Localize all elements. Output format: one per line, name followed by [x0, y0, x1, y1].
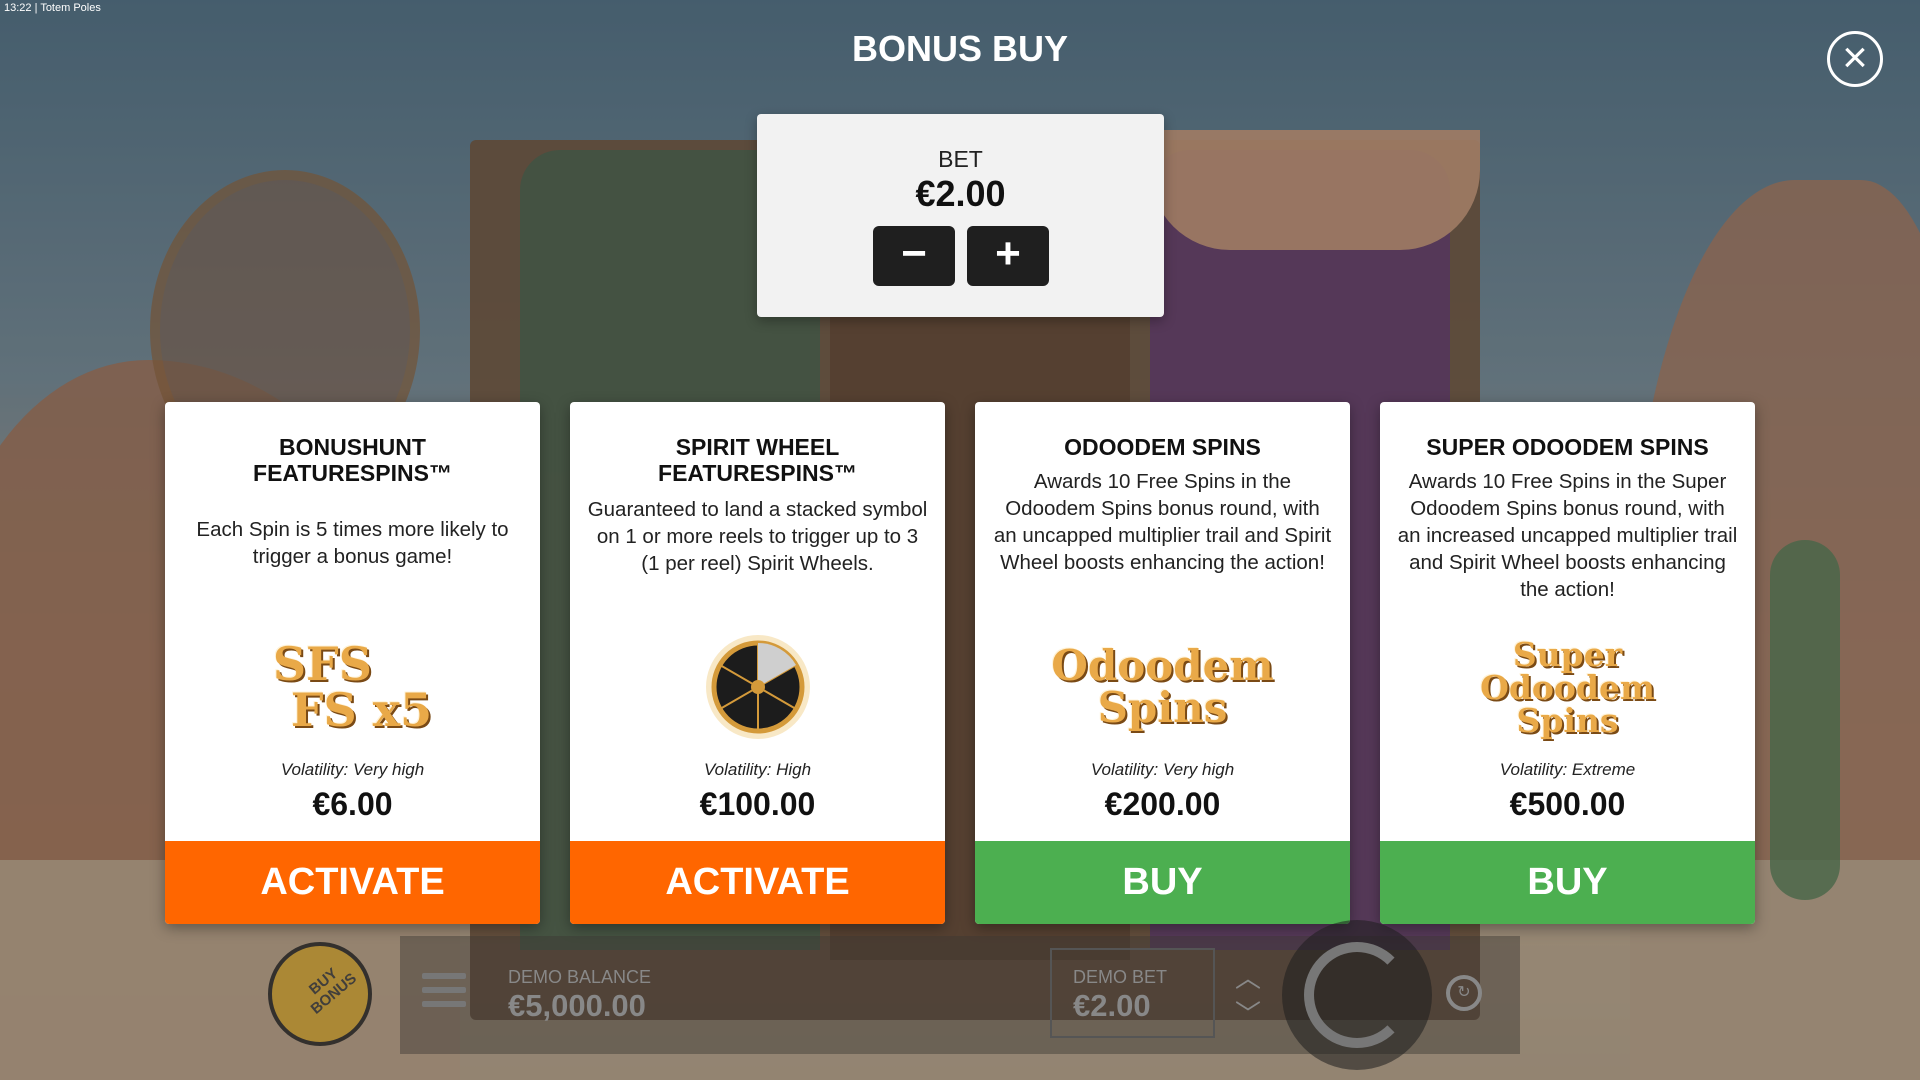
close-button[interactable]: × [1827, 31, 1883, 87]
bet-value: €2.00 [915, 173, 1006, 214]
logo-line-1: Super [1512, 634, 1623, 674]
super-odoodem-spins-logo-icon: Super Odoodem Spins [1380, 612, 1755, 762]
buy-bonus-label: BUY BONUS [305, 964, 361, 1018]
card-description: Awards 10 Free Spins in the Odoodem Spin… [993, 470, 1332, 574]
activate-button[interactable]: ACTIVATE [165, 841, 540, 924]
status-bar: 13:22 | Totem Poles [4, 2, 101, 14]
bonus-card-super-odoodem-spins: SUPER ODOODEM SPINS Awards 10 Free Spins… [1380, 402, 1755, 924]
hamburger-menu-icon[interactable] [422, 973, 466, 1009]
sfs-fs-x5-logo-icon: SFS FS x5 [165, 612, 540, 762]
logo-line-1: Odoodem [1051, 641, 1274, 690]
bonus-card-spirit-wheel: SPIRIT WHEEL FEATURESPINS™ Guaranteed to… [570, 402, 945, 924]
odoodem-spins-logo-icon: Odoodem Spins [975, 612, 1350, 762]
bet-label: BET [938, 146, 983, 172]
status-separator: | [34, 2, 38, 14]
activate-button[interactable]: ACTIVATE [570, 841, 945, 924]
logo-line-2: Odoodem [1480, 667, 1655, 707]
card-description: Awards 10 Free Spins in the Super Odoode… [1397, 470, 1738, 601]
demo-bet-value: €2.00 [1073, 988, 1151, 1023]
bonus-card-bonushunt: BONUSHUNT FEATURESPINS™ Each Spin is 5 t… [165, 402, 540, 924]
volatility-label: Volatility: Extreme [1499, 760, 1636, 779]
bet-panel: BET €2.00 − + [757, 114, 1164, 317]
chevron-down-icon[interactable]: ﹀ [1230, 996, 1266, 1032]
chevron-up-icon[interactable]: ︿ [1230, 960, 1266, 996]
card-title: BONUSHUNT FEATURESPINS™ [253, 434, 452, 486]
app-name: Totem Poles [40, 2, 101, 14]
bet-decrease-button[interactable]: − [873, 226, 955, 286]
volatility-label: Volatility: Very high [280, 760, 425, 779]
bet-increase-button[interactable]: + [967, 226, 1049, 286]
volatility-label: Volatility: Very high [1090, 760, 1235, 779]
spin-button[interactable] [1282, 920, 1432, 1070]
card-price: €6.00 [312, 786, 393, 822]
buy-button[interactable]: BUY [1380, 841, 1755, 924]
card-price: €100.00 [699, 786, 816, 822]
volatility-label: Volatility: High [703, 760, 812, 779]
demo-balance-label: DEMO BALANCE [508, 967, 652, 987]
spin-icon [1304, 942, 1410, 1048]
card-price: €200.00 [1104, 786, 1221, 822]
logo-line-2: Spins [1097, 683, 1228, 732]
clock-time: 13:22 [4, 2, 32, 14]
buy-bonus-button[interactable]: BUY BONUS [268, 942, 372, 1046]
logo-line-3: Spins [1516, 700, 1619, 740]
card-price: €500.00 [1509, 786, 1626, 822]
card-description: Each Spin is 5 times more likely to trig… [196, 518, 509, 568]
card-description: Guaranteed to land a stacked symbol on 1… [587, 498, 928, 575]
close-icon: × [1842, 33, 1868, 82]
card-title: SUPER ODOODEM SPINS [1426, 434, 1709, 460]
autoplay-icon[interactable]: ↻ [1446, 975, 1482, 1011]
dialog-title: BONUS BUY [851, 28, 1069, 69]
bet-adjust-arrows[interactable]: ︿ ﹀ [1230, 960, 1266, 1032]
card-title: ODOODEM SPINS [1064, 434, 1261, 460]
card-title: SPIRIT WHEEL FEATURESPINS™ [658, 434, 857, 486]
demo-balance-value: €5,000.00 [508, 988, 646, 1023]
demo-bet-label: DEMO BET [1073, 967, 1168, 987]
bonus-card-odoodem-spins: ODOODEM SPINS Awards 10 Free Spins in th… [975, 402, 1350, 924]
logo-line-2: FS x5 [290, 683, 433, 737]
spirit-wheel-icon [570, 612, 945, 762]
logo-line-1: SFS [272, 637, 372, 691]
buy-button[interactable]: BUY [975, 841, 1350, 924]
